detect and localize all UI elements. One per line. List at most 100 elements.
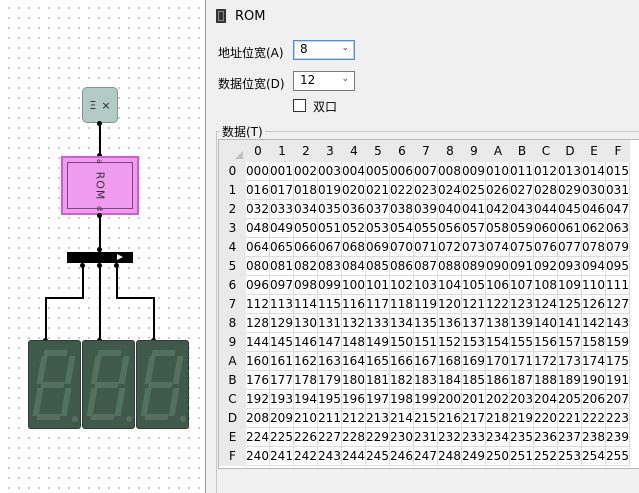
grid-cell[interactable]: 248 <box>438 447 462 466</box>
grid-cell[interactable]: 089 <box>462 257 486 276</box>
grid-cell[interactable]: 197 <box>366 390 390 409</box>
grid-row-header[interactable]: F <box>219 447 246 466</box>
grid-cell[interactable]: 072 <box>438 238 462 257</box>
grid-cell[interactable]: 152 <box>438 333 462 352</box>
grid-cell[interactable]: 202 <box>486 390 510 409</box>
grid-cell[interactable]: 037 <box>366 200 390 219</box>
grid-cell[interactable]: 090 <box>486 257 510 276</box>
grid-cell[interactable]: 067 <box>318 238 342 257</box>
grid-cell[interactable]: 110 <box>582 276 606 295</box>
grid-cell[interactable]: 099 <box>318 276 342 295</box>
grid-cell[interactable]: 004 <box>342 162 366 181</box>
grid-cell[interactable]: 185 <box>462 371 486 390</box>
grid-cell[interactable]: 045 <box>558 200 582 219</box>
grid-cell[interactable]: 170 <box>486 352 510 371</box>
grid-cell[interactable]: 079 <box>606 238 630 257</box>
grid-cell[interactable]: 005 <box>366 162 390 181</box>
grid-cell[interactable]: 116 <box>342 295 366 314</box>
grid-cell[interactable]: 068 <box>342 238 366 257</box>
grid-cell[interactable]: 213 <box>366 409 390 428</box>
grid-cell[interactable]: 246 <box>390 447 414 466</box>
grid-cell[interactable]: 227 <box>318 428 342 447</box>
grid-cell[interactable]: 242 <box>294 447 318 466</box>
grid-cell[interactable]: 235 <box>510 428 534 447</box>
grid-cell[interactable]: 153 <box>462 333 486 352</box>
grid-cell[interactable]: 087 <box>414 257 438 276</box>
grid-column-header[interactable]: 5 <box>366 140 390 162</box>
grid-cell[interactable]: 178 <box>294 371 318 390</box>
seven-segment-display-tens[interactable] <box>82 340 135 429</box>
grid-cell[interactable]: 103 <box>414 276 438 295</box>
grid-cell[interactable]: 207 <box>606 390 630 409</box>
grid-cell[interactable]: 203 <box>510 390 534 409</box>
grid-cell[interactable]: 074 <box>486 238 510 257</box>
grid-cell[interactable]: 173 <box>558 352 582 371</box>
grid-cell[interactable]: 222 <box>582 409 606 428</box>
grid-cell[interactable]: 211 <box>318 409 342 428</box>
grid-column-header[interactable]: C <box>534 140 558 162</box>
grid-cell[interactable]: 253 <box>558 447 582 466</box>
grid-cell[interactable]: 013 <box>558 162 582 181</box>
grid-row-header[interactable]: D <box>219 409 246 428</box>
grid-cell[interactable]: 031 <box>606 181 630 200</box>
grid-cell[interactable]: 193 <box>270 390 294 409</box>
grid-cell[interactable]: 020 <box>342 181 366 200</box>
grid-cell[interactable]: 101 <box>366 276 390 295</box>
grid-row-header[interactable]: A <box>219 352 246 371</box>
grid-cell[interactable]: 138 <box>486 314 510 333</box>
grid-cell[interactable]: 201 <box>462 390 486 409</box>
grid-cell[interactable]: 113 <box>270 295 294 314</box>
rom-data-grid[interactable]: 0123456789ABCDEF 0123456789ABCDEF 000 001… <box>218 139 639 469</box>
grid-cell[interactable]: 150 <box>390 333 414 352</box>
grid-cell[interactable]: 183 <box>414 371 438 390</box>
grid-cell[interactable]: 245 <box>366 447 390 466</box>
grid-cell[interactable]: 239 <box>606 428 630 447</box>
grid-cell[interactable]: 249 <box>462 447 486 466</box>
grid-cell[interactable]: 027 <box>510 181 534 200</box>
grid-cell[interactable]: 223 <box>606 409 630 428</box>
grid-cell[interactable]: 008 <box>438 162 462 181</box>
grid-cell[interactable]: 114 <box>294 295 318 314</box>
grid-cell[interactable]: 147 <box>318 333 342 352</box>
grid-cell[interactable]: 156 <box>534 333 558 352</box>
grid-cell[interactable]: 181 <box>366 371 390 390</box>
grid-cell[interactable]: 091 <box>510 257 534 276</box>
grid-cell[interactable]: 051 <box>318 219 342 238</box>
grid-cell[interactable]: 108 <box>534 276 558 295</box>
grid-cell[interactable]: 018 <box>294 181 318 200</box>
grid-cell[interactable]: 080 <box>246 257 270 276</box>
grid-cell[interactable]: 215 <box>414 409 438 428</box>
grid-cell[interactable]: 016 <box>246 181 270 200</box>
grid-cell[interactable]: 019 <box>318 181 342 200</box>
grid-column-header[interactable]: D <box>558 140 582 162</box>
grid-cell[interactable]: 241 <box>270 447 294 466</box>
grid-cell[interactable]: 230 <box>390 428 414 447</box>
grid-cell[interactable]: 188 <box>534 371 558 390</box>
grid-cell[interactable]: 221 <box>558 409 582 428</box>
grid-cell[interactable]: 161 <box>270 352 294 371</box>
grid-row-header[interactable]: E <box>219 428 246 447</box>
grid-cell[interactable]: 006 <box>390 162 414 181</box>
grid-cell[interactable]: 033 <box>270 200 294 219</box>
seven-segment-display-ones[interactable] <box>136 340 189 429</box>
grid-cell[interactable]: 011 <box>510 162 534 181</box>
grid-row-header[interactable]: 2 <box>219 200 246 219</box>
grid-column-header[interactable]: 6 <box>390 140 414 162</box>
grid-cell[interactable]: 134 <box>390 314 414 333</box>
grid-cell[interactable]: 143 <box>606 314 630 333</box>
grid-cell[interactable]: 130 <box>294 314 318 333</box>
grid-cell[interactable]: 216 <box>438 409 462 428</box>
grid-cell[interactable]: 233 <box>462 428 486 447</box>
grid-cell[interactable]: 096 <box>246 276 270 295</box>
grid-cell[interactable]: 028 <box>534 181 558 200</box>
grid-cell[interactable]: 175 <box>606 352 630 371</box>
grid-cell[interactable]: 127 <box>606 295 630 314</box>
grid-cell[interactable]: 131 <box>318 314 342 333</box>
grid-row-header[interactable]: 9 <box>219 333 246 352</box>
rom-component[interactable]: ROM a d <box>61 156 139 215</box>
grid-cell[interactable]: 126 <box>582 295 606 314</box>
grid-cell[interactable]: 022 <box>390 181 414 200</box>
grid-row-header[interactable]: 7 <box>219 295 246 314</box>
grid-cell[interactable]: 157 <box>558 333 582 352</box>
grid-cell[interactable]: 190 <box>582 371 606 390</box>
